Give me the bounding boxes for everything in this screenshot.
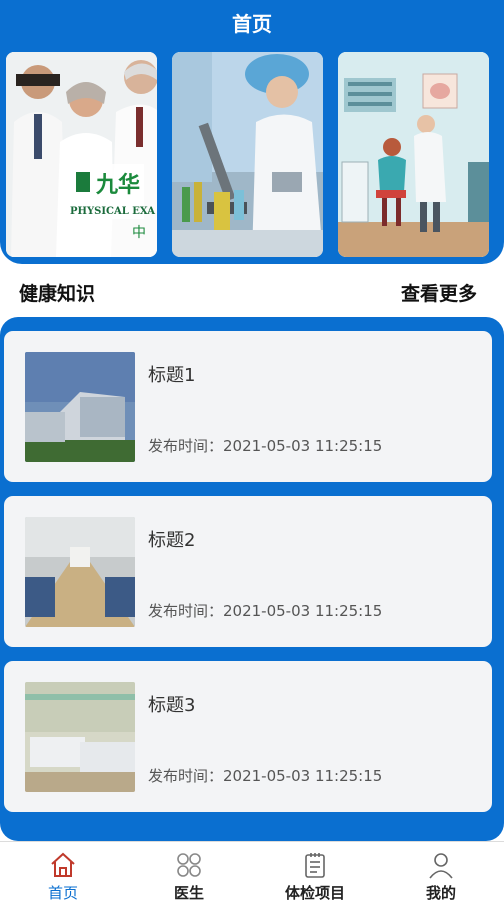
tab-mine[interactable]: 我的 (378, 842, 504, 906)
clinic-illustration (338, 52, 489, 257)
doctors-photo: 九华 PHYSICAL EXA 中 (6, 52, 157, 257)
news-thumbnail (25, 682, 135, 792)
tab-doctors[interactable]: 医生 (126, 842, 252, 906)
grid-icon (174, 850, 204, 880)
banner-item-clinic[interactable] (338, 52, 489, 257)
list-item[interactable]: 标题3 发布时间：2021-05-03 11:25:15 (4, 661, 492, 812)
news-time: 发布时间：2021-05-03 11:25:15 (148, 602, 383, 620)
banner-mark: 中 (132, 225, 146, 241)
banner-subcaption: PHYSICAL EXA (70, 206, 155, 217)
news-thumbnail (25, 352, 135, 462)
page-title: 首页 (232, 11, 272, 36)
banner-caption: 九华 (95, 172, 140, 198)
user-icon (426, 850, 456, 880)
news-thumbnail (25, 517, 135, 627)
tab-label: 医生 (173, 884, 204, 902)
news-title: 标题3 (148, 695, 196, 716)
list-item[interactable]: 标题2 发布时间：2021-05-03 11:25:15 (4, 496, 492, 647)
news-title: 标题2 (148, 530, 196, 551)
clipboard-icon (300, 850, 330, 880)
news-title: 标题1 (148, 365, 196, 386)
banner-item-lab[interactable] (172, 52, 323, 257)
page-header: 首页 (0, 0, 504, 44)
tab-checkup-items[interactable]: 体检项目 (252, 842, 378, 906)
home-icon (48, 850, 78, 880)
tab-label: 首页 (47, 884, 78, 902)
tab-bar: 首页 医生 体检项目 我的 (0, 841, 504, 906)
section-header: 健康知识 查看更多 (0, 275, 504, 311)
banner-item-doctors[interactable]: 九华 PHYSICAL EXA 中 (6, 52, 157, 257)
list-item[interactable]: 标题1 发布时间：2021-05-03 11:25:15 (4, 331, 492, 482)
tab-label: 我的 (425, 884, 456, 902)
lab-photo (172, 52, 323, 257)
news-time: 发布时间：2021-05-03 11:25:15 (148, 437, 383, 455)
section-title: 健康知识 (19, 283, 96, 305)
view-more-link[interactable]: 查看更多 (401, 279, 477, 306)
news-time: 发布时间：2021-05-03 11:25:15 (148, 767, 383, 785)
tab-home[interactable]: 首页 (0, 842, 126, 906)
tab-label: 体检项目 (284, 884, 345, 902)
